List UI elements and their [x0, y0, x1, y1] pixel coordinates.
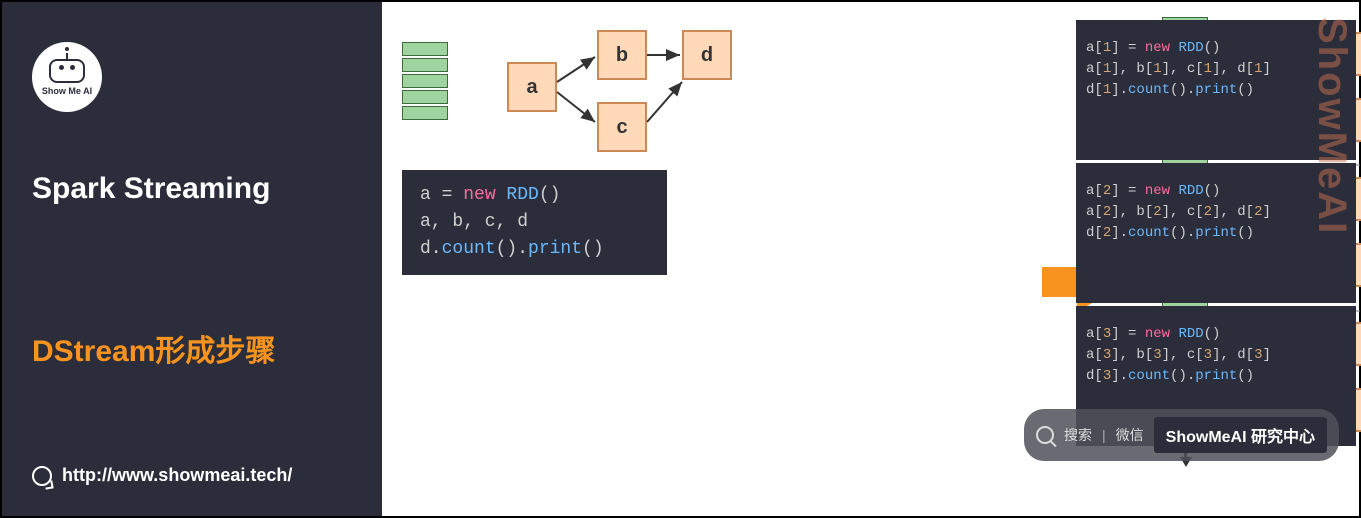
- sidebar: Show Me AI Spark Streaming DStream形成步骤 h…: [2, 2, 382, 516]
- logo-text: Show Me AI: [42, 86, 92, 96]
- footer-url: http://www.showmeai.tech/: [62, 465, 292, 486]
- search-hint: 微信: [1116, 425, 1144, 445]
- slice: [402, 90, 448, 104]
- node-b: b: [597, 30, 647, 80]
- page-subtitle: DStream形成步骤: [32, 326, 352, 370]
- cursor-icon: [32, 466, 52, 486]
- badge: ShowMeAI 研究中心: [1154, 417, 1327, 453]
- slice: [402, 74, 448, 88]
- node-d: d: [682, 30, 732, 80]
- search-icon[interactable]: [1036, 426, 1054, 444]
- footer: http://www.showmeai.tech/: [32, 465, 292, 486]
- robot-icon: [49, 59, 85, 83]
- slice: [402, 106, 448, 120]
- left-panel: [402, 42, 448, 120]
- watermark: ShowMeAI: [1309, 17, 1354, 235]
- node-a: a: [507, 62, 557, 112]
- rdd-stack: [402, 42, 448, 120]
- page-title: Spark Streaming: [32, 172, 352, 206]
- node-c: c: [597, 102, 647, 152]
- logo: Show Me AI: [32, 42, 102, 112]
- slice: [402, 58, 448, 72]
- slice: [402, 42, 448, 56]
- code-template: a = new RDD() a, b, c, d d.count().print…: [402, 170, 667, 275]
- search-overlay: 搜索 | 微信 ShowMeAI 研究中心: [1024, 409, 1339, 461]
- main-diagram: a b c d a = new RDD() a, b, c, d d.count…: [382, 2, 1359, 516]
- search-placeholder: 搜索: [1064, 425, 1092, 445]
